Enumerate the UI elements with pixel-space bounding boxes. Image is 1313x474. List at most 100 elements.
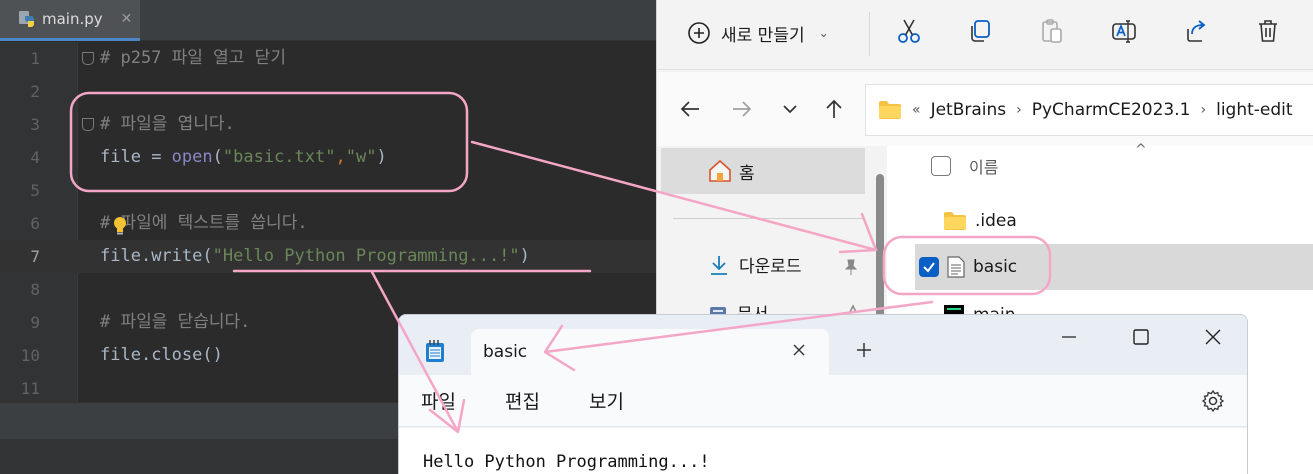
download-icon [711, 255, 727, 275]
breadcrumb-item-jetbrains[interactable]: JetBrains [931, 100, 1007, 120]
forward-arrow-icon[interactable] [731, 98, 753, 120]
menu-file[interactable]: 파일 [421, 387, 456, 414]
row-checkbox-checked[interactable] [919, 257, 939, 277]
code-text: file = open("basic.txt","w") [100, 141, 387, 174]
fold-icon[interactable] [82, 118, 94, 131]
trash-icon[interactable] [1254, 17, 1282, 45]
code-token-paren: ( [212, 147, 223, 167]
nav-scrollbar-thumb[interactable] [876, 174, 884, 320]
notepad-tab-basic[interactable]: basic [471, 329, 829, 375]
notepad-text-area[interactable]: Hello Python Programming...! [399, 428, 1247, 474]
file-row-idea[interactable]: .idea [915, 198, 1313, 244]
code-line[interactable]: 3 # 파일을 엽니다. [0, 108, 656, 141]
nav-divider [673, 218, 865, 219]
pin-icon[interactable] [843, 258, 859, 276]
home-icon [709, 159, 731, 182]
plus-icon[interactable] [855, 341, 873, 359]
code-text: # 파일에 텍스트를 씁니다. [100, 213, 308, 233]
up-arrow-icon[interactable] [823, 98, 845, 120]
back-arrow-icon[interactable] [679, 98, 701, 120]
code-token-string: "basic.txt" [222, 147, 336, 167]
pin-icon[interactable] [847, 304, 859, 314]
share-icon[interactable] [1182, 17, 1210, 45]
notepad-content: Hello Python Programming...! [423, 452, 710, 472]
code-line[interactable]: 5 [0, 174, 656, 207]
line-number: 4 [30, 148, 40, 167]
rename-icon[interactable] [1110, 17, 1138, 45]
code-line[interactable]: 8 [0, 273, 656, 306]
maximize-icon[interactable] [1131, 327, 1151, 347]
breadcrumb-item-pycharm[interactable]: PyCharmCE2023.1 [1032, 100, 1191, 120]
file-name: .idea [975, 211, 1017, 231]
editor-tab-main-py[interactable]: main.py ✕ [0, 0, 140, 41]
close-window-icon[interactable] [1203, 327, 1223, 347]
folder-icon [944, 212, 966, 230]
python-file-icon [19, 11, 34, 27]
line-number: 9 [30, 313, 40, 332]
line-number: 7 [30, 247, 40, 266]
breadcrumb-separator: › [1200, 102, 1207, 118]
editor-tab-label: main.py [42, 10, 103, 28]
menu-view[interactable]: 보기 [589, 387, 624, 414]
line-number: 1 [30, 49, 40, 68]
select-all-checkbox[interactable] [931, 156, 951, 176]
nav-downloads-label: 다운로드 [739, 257, 802, 277]
file-row-basic[interactable]: basic [915, 244, 1313, 290]
code-token-string: "w" [345, 147, 377, 167]
checkmark-icon [923, 262, 935, 273]
code-token-comma: , [335, 147, 346, 167]
code-text: # p257 파일 열고 닫기 [100, 48, 286, 68]
notepad-menubar: 파일 편집 보기 [399, 375, 1247, 427]
breadcrumb-separator: › [1016, 102, 1022, 118]
line-number: 6 [30, 214, 40, 233]
file-name: basic [973, 257, 1018, 277]
code-token-paren: ) [376, 147, 387, 167]
code-text: file.close() [100, 339, 223, 372]
code-line[interactable]: 4 file = open("basic.txt","w") [0, 141, 656, 174]
code-token-operator: = [140, 147, 172, 167]
breadcrumb-overflow[interactable]: « [912, 102, 921, 118]
column-header-label: 이름 [969, 158, 999, 177]
paste-icon[interactable] [1038, 17, 1066, 45]
nav-item-home[interactable]: 홈 [661, 148, 865, 194]
column-header-name[interactable]: 이름 [931, 154, 998, 178]
code-line[interactable]: 2 [0, 75, 656, 108]
editor-tab-bar: main.py ✕ [0, 0, 656, 41]
code-token-method: .write( [140, 246, 213, 266]
menu-edit[interactable]: 편집 [505, 387, 540, 414]
line-number: 11 [20, 379, 40, 398]
code-token-paren: ) [519, 246, 530, 266]
code-line[interactable]: 1 # p257 파일 열고 닫기 [0, 42, 656, 75]
code-token-variable: file [100, 246, 141, 266]
breadcrumb[interactable]: « JetBrains › PyCharmCE2023.1 › light-ed… [865, 84, 1313, 136]
gear-icon[interactable] [1201, 389, 1225, 413]
breadcrumb-item-light-edit[interactable]: light-edit [1216, 100, 1292, 120]
chevron-down-icon: ⌄ [818, 26, 829, 40]
code-token-method: .close() [140, 345, 223, 365]
code-token-function: open [171, 147, 213, 167]
chevron-down-icon[interactable] [779, 98, 801, 120]
line-number: 8 [30, 280, 40, 299]
close-icon[interactable] [789, 340, 809, 360]
nav-home-label: 홈 [739, 163, 755, 184]
folder-icon [879, 101, 901, 119]
minimize-icon[interactable] [1059, 327, 1079, 347]
line-number: 3 [30, 115, 40, 134]
code-token-variable: file [100, 147, 141, 167]
lightbulb-icon[interactable] [112, 216, 128, 236]
code-line[interactable]: 6 # 파일에 텍스트를 씁니다. [0, 207, 656, 240]
nav-item-downloads[interactable]: 다운로드 [709, 252, 802, 277]
fold-icon[interactable] [82, 52, 94, 65]
code-token-string: "Hello Python Programming...!" [212, 246, 520, 266]
text-file-icon [947, 256, 965, 278]
code-line-current[interactable]: 7 file.write("Hello Python Programming..… [0, 240, 656, 273]
code-text: # 파일을 엽니다. [100, 114, 235, 134]
new-button[interactable]: 새로 만들기 ⌄ [687, 16, 829, 50]
line-number: 10 [20, 346, 40, 365]
notepad-app-icon [426, 340, 444, 362]
close-icon[interactable]: ✕ [121, 11, 133, 27]
cut-icon[interactable] [895, 17, 923, 45]
code-text: # 파일을 닫습니다. [100, 312, 251, 332]
line-number: 5 [30, 181, 40, 200]
copy-icon[interactable] [966, 17, 994, 45]
